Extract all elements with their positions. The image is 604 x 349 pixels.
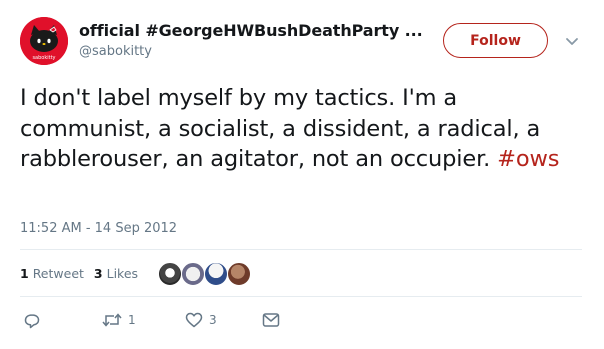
hello-kitty-avatar-icon: sabokitty: [20, 17, 68, 65]
tweet-text: I don't label myself by my tactics. I'm …: [20, 83, 590, 175]
retweet-count: 1: [128, 313, 136, 327]
retweet-button[interactable]: 1: [102, 312, 136, 328]
retweet-stat-count: 1: [20, 266, 29, 281]
divider: [20, 296, 582, 297]
reply-button[interactable]: [23, 312, 41, 330]
follow-button[interactable]: Follow: [443, 23, 548, 58]
hashtag-link[interactable]: #ows: [497, 146, 559, 172]
retweet-icon: [102, 313, 122, 327]
message-icon: [262, 313, 280, 327]
svg-text:sabokitty: sabokitty: [32, 55, 55, 61]
liker-avatar[interactable]: [181, 262, 205, 286]
liker-avatar[interactable]: [227, 262, 251, 286]
retweet-stat-label: Retweet: [32, 266, 84, 281]
divider: [20, 249, 582, 250]
liker-avatar[interactable]: [204, 262, 228, 286]
user-handle[interactable]: @sabokitty: [79, 44, 152, 59]
reply-icon: [24, 314, 40, 329]
like-count: 3: [209, 313, 217, 327]
likes-stat-count: 3: [93, 266, 103, 281]
direct-message-button[interactable]: [262, 312, 280, 328]
action-bar: 1 3: [0, 312, 604, 332]
avatar[interactable]: sabokitty: [20, 17, 68, 65]
likes-stat[interactable]: 3 Likes: [94, 266, 138, 281]
retweet-stat[interactable]: 1 Retweet: [20, 266, 84, 281]
tweet-body: I don't label myself by my tactics. I'm …: [20, 85, 541, 172]
liker-avatar[interactable]: [158, 262, 182, 286]
liker-avatars: [158, 262, 251, 286]
heart-icon: [185, 312, 203, 328]
tweet-timestamp[interactable]: 11:52 AM - 14 Sep 2012: [20, 221, 177, 236]
chevron-down-icon[interactable]: [564, 33, 580, 49]
like-button[interactable]: 3: [185, 312, 217, 328]
display-name[interactable]: official #GeorgeHWBushDeathParty ...: [79, 21, 423, 40]
likes-stat-label: Likes: [106, 266, 139, 281]
engagement-stats: 1 Retweet 3 Likes: [20, 266, 138, 281]
